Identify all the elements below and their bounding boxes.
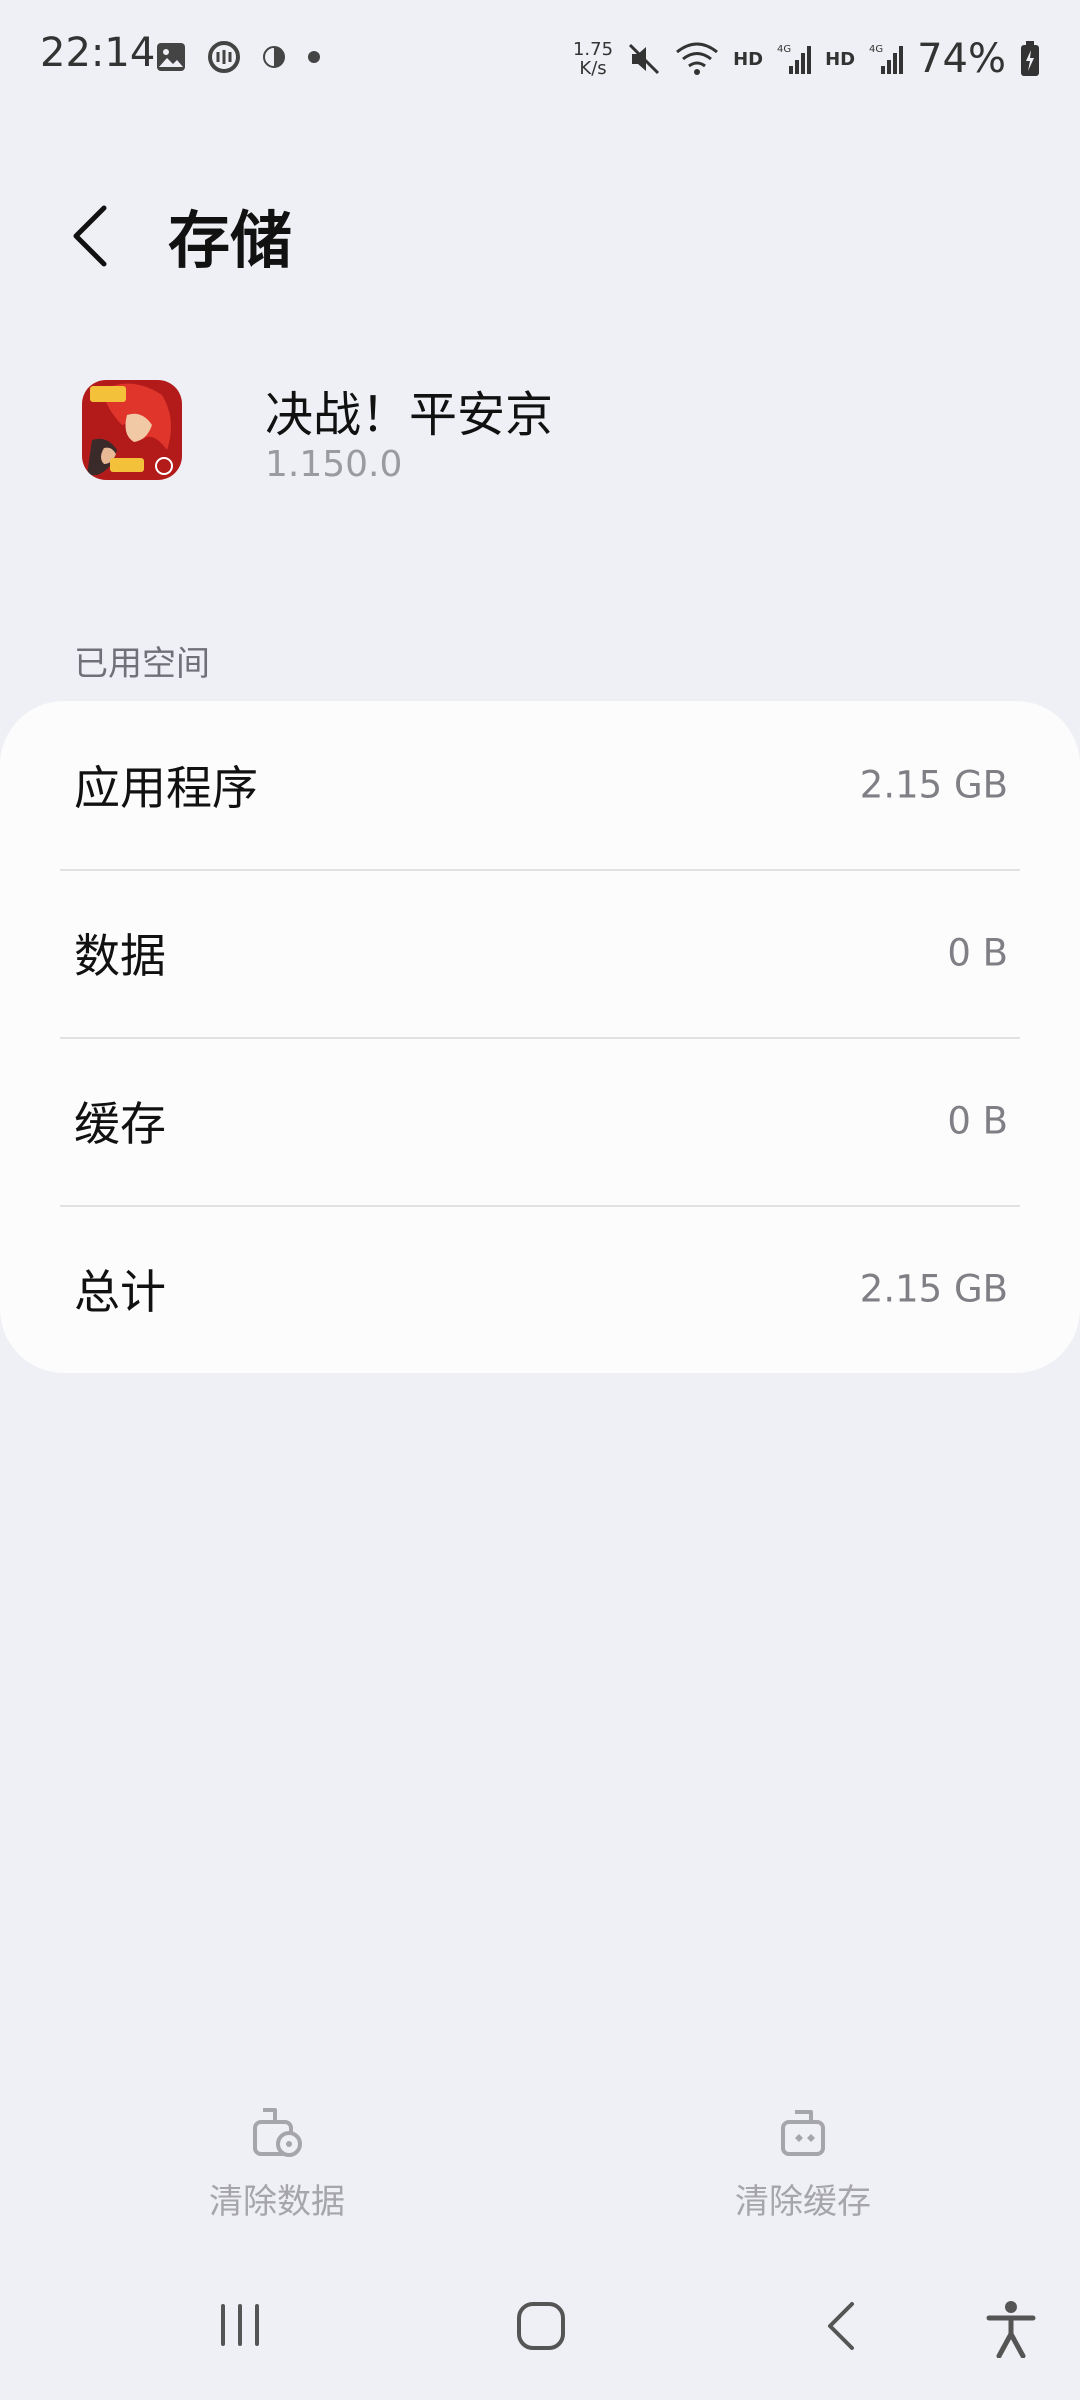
home-icon bbox=[517, 2302, 565, 2350]
status-bar: 22:14 1.75 K/s HD 4G HD 4G 74% bbox=[0, 0, 1080, 120]
dot-icon bbox=[308, 51, 320, 63]
accessibility-icon bbox=[986, 2301, 1036, 2359]
row-label: 数据 bbox=[74, 929, 166, 983]
clear-data-label: 清除数据 bbox=[209, 2182, 345, 2222]
hd-label-2: HD bbox=[825, 48, 856, 70]
battery-charging-icon bbox=[1021, 41, 1039, 76]
battery-percent: 74% bbox=[917, 36, 1006, 82]
svg-text:4G: 4G bbox=[869, 44, 883, 55]
navigation-bar bbox=[0, 2260, 1080, 2400]
svg-text:4G: 4G bbox=[777, 44, 791, 55]
row-value: 2.15 GB bbox=[859, 1267, 1008, 1311]
row-label: 总计 bbox=[74, 1265, 166, 1319]
row-cache: 缓存 0 B bbox=[0, 1037, 1080, 1205]
speed-value: 1.75 bbox=[572, 39, 614, 60]
row-data: 数据 0 B bbox=[0, 869, 1080, 1037]
storage-card: 应用程序 2.15 GB 数据 0 B 缓存 0 B 总计 2.15 GB bbox=[0, 701, 1080, 1373]
app-name: 决战！平安京 bbox=[265, 387, 554, 443]
contrast-icon bbox=[263, 46, 285, 68]
hd-label-1: HD bbox=[733, 48, 764, 70]
mute-icon bbox=[629, 43, 660, 75]
row-value: 2.15 GB bbox=[859, 763, 1008, 807]
row-value: 0 B bbox=[947, 931, 1008, 975]
clear-cache-button[interactable]: 清除缓存 bbox=[653, 2100, 953, 2223]
row-label: 应用程序 bbox=[74, 761, 258, 815]
notification-icons bbox=[155, 40, 321, 74]
clear-data-button[interactable]: 清除数据 bbox=[127, 2100, 427, 2223]
app-version: 1.150.0 bbox=[265, 444, 403, 485]
gallery-icon bbox=[157, 43, 185, 71]
chevron-left-icon bbox=[73, 205, 107, 267]
page-title: 存储 bbox=[168, 204, 293, 277]
row-label: 缓存 bbox=[74, 1097, 166, 1151]
row-app: 应用程序 2.15 GB bbox=[0, 701, 1080, 869]
system-indicators: 1.75 K/s HD 4G HD 4G 74% bbox=[573, 36, 1040, 82]
game-logo-icon bbox=[82, 380, 182, 480]
status-time: 22:14 bbox=[40, 30, 156, 76]
row-total: 总计 2.15 GB bbox=[0, 1205, 1080, 1373]
speed-unit: K/s bbox=[579, 58, 607, 79]
app-icon bbox=[82, 380, 182, 480]
clear-data-icon bbox=[253, 2108, 302, 2157]
signal-icon-2: 4G bbox=[869, 44, 904, 74]
signal-icon-1: 4G bbox=[777, 44, 812, 74]
network-speed: 1.75 K/s bbox=[573, 40, 613, 78]
accessibility-button[interactable] bbox=[985, 2300, 1037, 2362]
home-button[interactable] bbox=[515, 2300, 567, 2356]
wifi-icon bbox=[676, 42, 718, 75]
clear-cache-icon bbox=[781, 2110, 825, 2156]
recent-apps-button[interactable] bbox=[215, 2300, 265, 2354]
back-button[interactable] bbox=[62, 196, 122, 276]
vpn-icon bbox=[208, 41, 240, 73]
row-value: 0 B bbox=[947, 1099, 1008, 1143]
back-icon bbox=[828, 2302, 854, 2350]
recent-apps-icon bbox=[221, 2304, 259, 2346]
section-label-used-space: 已用空间 bbox=[74, 644, 210, 684]
clear-cache-label: 清除缓存 bbox=[735, 2182, 871, 2222]
nav-back-button[interactable] bbox=[820, 2300, 864, 2356]
